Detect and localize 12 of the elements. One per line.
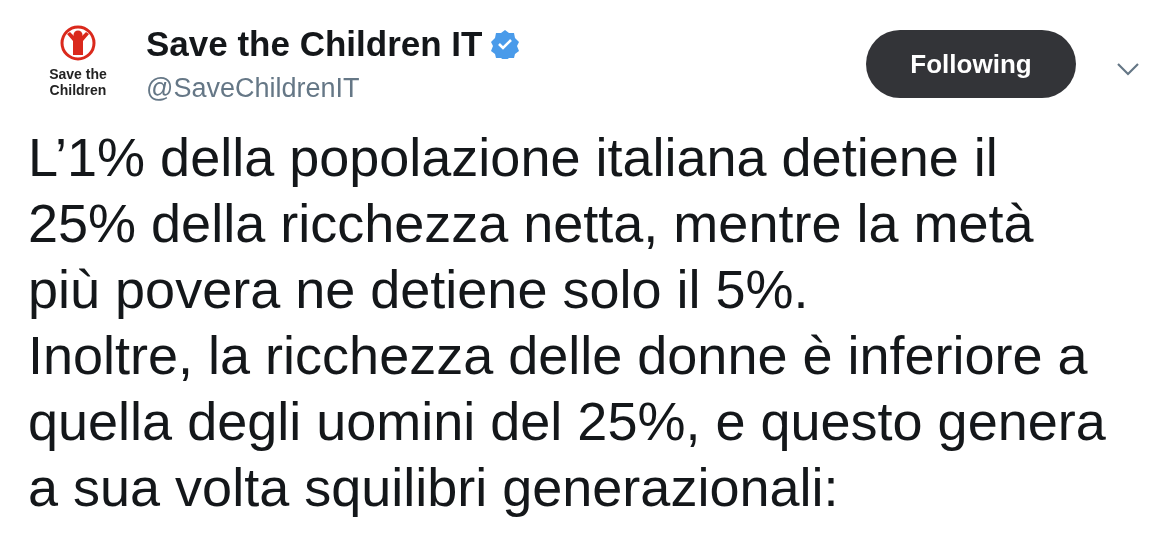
logo-icon — [59, 24, 97, 62]
tweet-text-line: Inoltre, la ricchezza delle donne è inferiore a — [28, 324, 1089, 387]
account-handle[interactable]: @SaveChildrenIT — [146, 72, 866, 104]
tweet-text-line: L’1% della popolazione italiana detiene il — [28, 126, 999, 189]
logo-text: Save the Children — [49, 66, 107, 98]
tweet-text-line: 25% della ricchezza netta, mentre la metà — [28, 192, 1035, 255]
tweet-text-line: più povera ne detiene solo il 5%. — [28, 258, 810, 321]
tweet-text-line: quella degli uomini del 25%, e questo genera — [28, 390, 1107, 453]
following-button[interactable]: Following — [866, 30, 1076, 98]
account-name[interactable]: Save the Children IT — [146, 24, 483, 64]
tweet-text-line: a sua volta squilibri generazionali: — [28, 456, 840, 519]
chevron-icon[interactable] — [1116, 62, 1140, 76]
